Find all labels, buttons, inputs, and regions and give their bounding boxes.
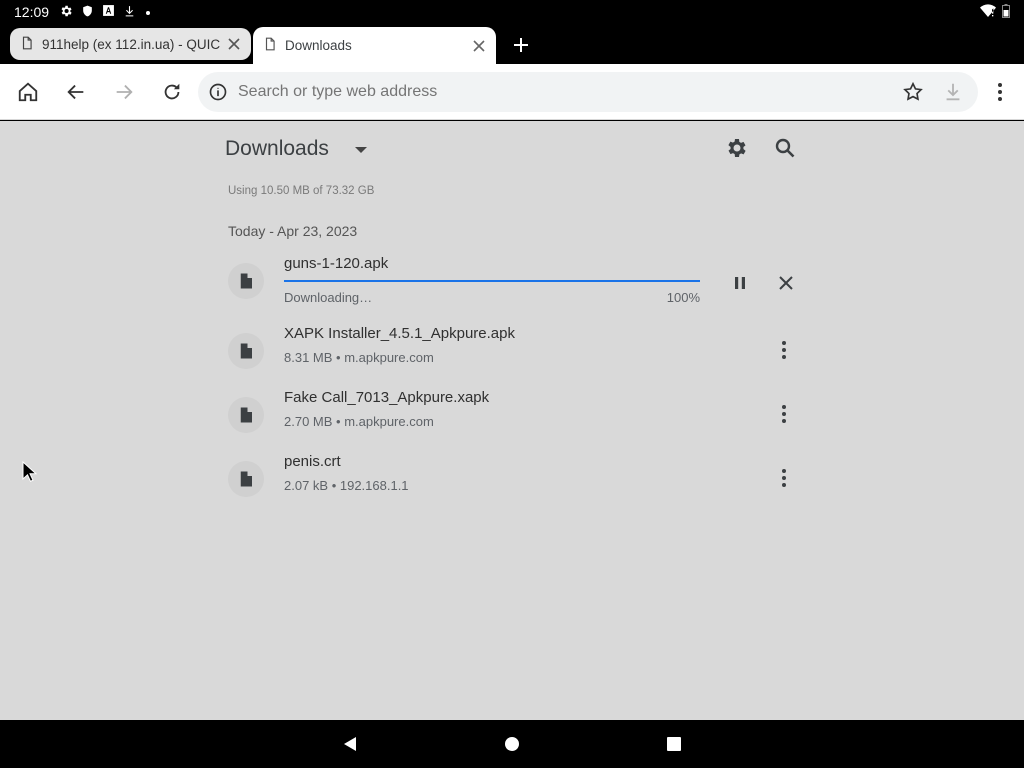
item-menu-button[interactable] [774,402,794,426]
close-icon[interactable] [472,39,486,53]
file-name[interactable]: XAPK Installer_4.5.1_Apkpure.apk [284,325,515,342]
search-icon [775,138,795,158]
file-meta: 8.31 MB • m.apkpure.com [284,350,434,365]
recents-square-icon [667,737,681,751]
download-status: Downloading… [284,290,373,305]
back-triangle-icon [344,737,356,751]
file-icon [228,461,264,497]
file-icon [228,333,264,369]
mouse-cursor-icon [22,460,38,483]
plus-icon [514,38,528,52]
file-name[interactable]: penis.crt [284,453,341,470]
file-icon [228,397,264,433]
gear-icon [728,139,746,157]
status-bar: 12:09 [0,0,1024,24]
url-input[interactable] [238,72,878,112]
info-icon[interactable] [208,82,228,102]
home-icon [18,82,38,102]
download-item-active[interactable]: guns-1-120.apk Downloading… 100% [226,253,806,309]
progress-fill [284,280,700,282]
pause-button[interactable] [728,271,752,295]
page-icon [20,35,34,54]
bookmark-star-icon[interactable] [902,81,924,103]
settings-icon [59,4,73,21]
nav-recents-button[interactable] [664,734,684,754]
download-item[interactable]: Fake Call_7013_Apkpure.xapk 2.70 MB • m.… [226,387,806,443]
status-time: 12:09 [14,4,50,20]
file-name[interactable]: Fake Call_7013_Apkpure.xapk [284,389,489,406]
tab-downloads[interactable]: Downloads [253,27,496,64]
more-vert-icon [782,469,786,487]
file-meta: 2.07 kB • 192.168.1.1 [284,478,409,493]
search-button[interactable] [773,136,797,160]
home-button[interactable] [16,80,40,104]
date-header: Today - Apr 23, 2023 [228,223,358,239]
cancel-button[interactable] [774,271,798,295]
item-menu-button[interactable] [774,466,794,490]
progress-bar [284,280,700,282]
nav-home-button[interactable] [502,734,522,754]
dot-icon [144,4,152,20]
download-item[interactable]: XAPK Installer_4.5.1_Apkpure.apk 8.31 MB… [226,323,806,379]
forward-button[interactable] [112,80,136,104]
tab-title: 911help (ex 112.in.ua) - QUIC [42,36,221,52]
reload-icon [164,83,180,100]
system-nav-bar [0,720,1024,768]
downloads-page: Downloads Using 10.50 MB of 73.32 GB Tod… [0,121,1024,720]
back-button[interactable] [64,80,88,104]
close-icon[interactable] [227,37,241,51]
file-name[interactable]: guns-1-120.apk [284,255,388,272]
storage-usage: Using 10.50 MB of 73.32 GB [228,185,375,197]
download-item[interactable]: penis.crt 2.07 kB • 192.168.1.1 [226,451,806,507]
tab-911help[interactable]: 911help (ex 112.in.ua) - QUIC [10,28,251,60]
download-percent: 100% [666,290,700,305]
tab-title: Downloads [285,38,352,53]
new-tab-button[interactable] [510,34,532,56]
forward-arrow-icon [116,84,133,100]
filter-dropdown[interactable] [352,143,370,157]
more-vert-icon [998,83,1002,101]
page-title: Downloads [225,137,329,160]
file-meta: 2.70 MB • m.apkpure.com [284,414,434,429]
settings-button[interactable] [724,136,748,160]
close-icon [779,276,793,290]
dropdown-arrow-icon [355,147,367,153]
pause-icon [735,277,745,289]
reload-button[interactable] [160,80,184,104]
back-arrow-icon [67,84,84,100]
more-vert-icon [782,405,786,423]
toolbar [0,64,1024,120]
home-circle-icon [505,737,519,751]
wifi-icon [980,4,996,21]
nav-back-button[interactable] [340,734,360,754]
omnibox[interactable] [198,72,978,112]
menu-button[interactable] [988,80,1012,104]
battery-icon [1002,4,1010,21]
page-icon [263,36,277,55]
item-menu-button[interactable] [774,338,794,362]
file-icon [228,263,264,299]
font-icon [102,4,115,20]
download-icon [123,4,136,21]
tab-strip: 911help (ex 112.in.ua) - QUIC Downloads [0,24,1024,64]
download-page-icon[interactable] [942,81,964,103]
more-vert-icon [782,341,786,359]
shield-icon [81,4,94,21]
